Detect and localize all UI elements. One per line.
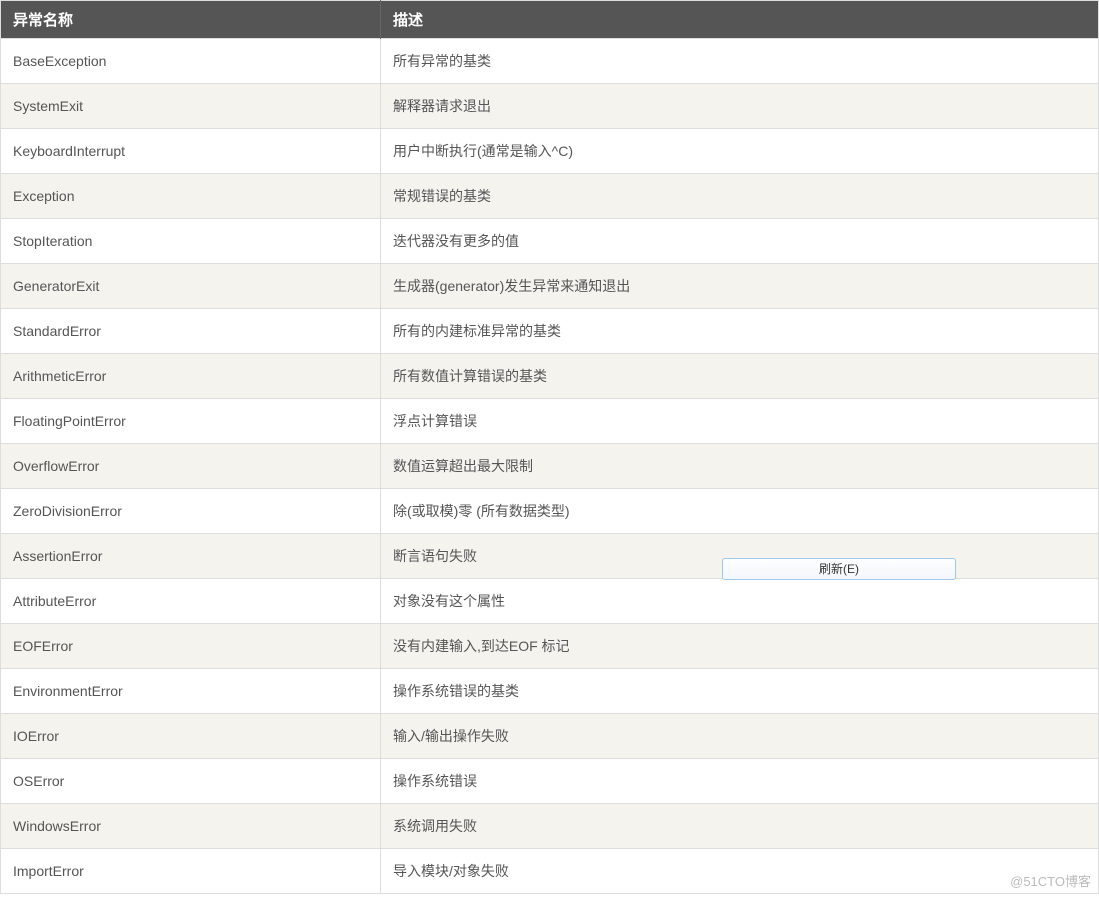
cell-exception-desc: 用户中断执行(通常是输入^C) (381, 129, 1099, 174)
cell-exception-name: OverflowError (1, 444, 381, 489)
cell-exception-name: ImportError (1, 849, 381, 894)
cell-exception-name: EOFError (1, 624, 381, 669)
table-row: ArithmeticError所有数值计算错误的基类 (1, 354, 1099, 399)
cell-exception-desc: 浮点计算错误 (381, 399, 1099, 444)
table-row: EnvironmentError操作系统错误的基类 (1, 669, 1099, 714)
table-row: OSError操作系统错误 (1, 759, 1099, 804)
header-name: 异常名称 (1, 1, 381, 39)
table-row: Exception常规错误的基类 (1, 174, 1099, 219)
table-row: SystemExit解释器请求退出 (1, 84, 1099, 129)
cell-exception-desc: 系统调用失败 (381, 804, 1099, 849)
header-desc: 描述 (381, 1, 1099, 39)
cell-exception-desc: 所有的内建标准异常的基类 (381, 309, 1099, 354)
cell-exception-desc: 操作系统错误 (381, 759, 1099, 804)
cell-exception-name: StopIteration (1, 219, 381, 264)
exception-table: 异常名称 描述 BaseException所有异常的基类SystemExit解释… (0, 0, 1099, 894)
table-row: AttributeError对象没有这个属性 (1, 579, 1099, 624)
cell-exception-name: AssertionError (1, 534, 381, 579)
cell-exception-desc: 解释器请求退出 (381, 84, 1099, 129)
cell-exception-name: IOError (1, 714, 381, 759)
cell-exception-desc: 输入/输出操作失败 (381, 714, 1099, 759)
table-row: StandardError所有的内建标准异常的基类 (1, 309, 1099, 354)
table-row: WindowsError系统调用失败 (1, 804, 1099, 849)
cell-exception-desc: 所有数值计算错误的基类 (381, 354, 1099, 399)
table-row: StopIteration迭代器没有更多的值 (1, 219, 1099, 264)
cell-exception-desc: 操作系统错误的基类 (381, 669, 1099, 714)
cell-exception-desc: 对象没有这个属性 (381, 579, 1099, 624)
cell-exception-name: Exception (1, 174, 381, 219)
table-row: BaseException所有异常的基类 (1, 39, 1099, 84)
cell-exception-desc: 迭代器没有更多的值 (381, 219, 1099, 264)
cell-exception-name: WindowsError (1, 804, 381, 849)
cell-exception-name: ArithmeticError (1, 354, 381, 399)
table-row: ZeroDivisionError除(或取模)零 (所有数据类型) (1, 489, 1099, 534)
cell-exception-name: GeneratorExit (1, 264, 381, 309)
cell-exception-desc: 没有内建输入,到达EOF 标记 (381, 624, 1099, 669)
cell-exception-name: FloatingPointError (1, 399, 381, 444)
cell-exception-name: KeyboardInterrupt (1, 129, 381, 174)
cell-exception-desc: 生成器(generator)发生异常来通知退出 (381, 264, 1099, 309)
refresh-button[interactable]: 刷新(E) (722, 558, 956, 580)
table-row: IOError输入/输出操作失败 (1, 714, 1099, 759)
table-row: EOFError没有内建输入,到达EOF 标记 (1, 624, 1099, 669)
cell-exception-name: StandardError (1, 309, 381, 354)
cell-exception-desc: 数值运算超出最大限制 (381, 444, 1099, 489)
cell-exception-desc: 所有异常的基类 (381, 39, 1099, 84)
table-row: ImportError导入模块/对象失败 (1, 849, 1099, 894)
cell-exception-name: ZeroDivisionError (1, 489, 381, 534)
cell-exception-desc: 导入模块/对象失败 (381, 849, 1099, 894)
table-row: KeyboardInterrupt用户中断执行(通常是输入^C) (1, 129, 1099, 174)
cell-exception-name: AttributeError (1, 579, 381, 624)
cell-exception-desc: 除(或取模)零 (所有数据类型) (381, 489, 1099, 534)
table-row: OverflowError数值运算超出最大限制 (1, 444, 1099, 489)
table-row: FloatingPointError浮点计算错误 (1, 399, 1099, 444)
table-header-row: 异常名称 描述 (1, 1, 1099, 39)
cell-exception-desc: 常规错误的基类 (381, 174, 1099, 219)
cell-exception-name: EnvironmentError (1, 669, 381, 714)
cell-exception-name: BaseException (1, 39, 381, 84)
cell-exception-name: SystemExit (1, 84, 381, 129)
refresh-button-label: 刷新(E) (819, 562, 859, 576)
table-row: GeneratorExit生成器(generator)发生异常来通知退出 (1, 264, 1099, 309)
cell-exception-name: OSError (1, 759, 381, 804)
